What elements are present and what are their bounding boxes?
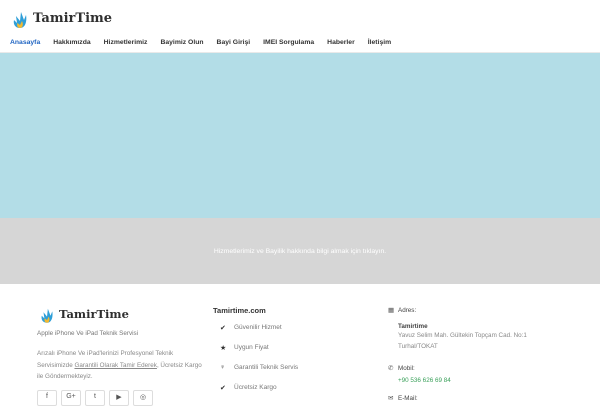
desc-line2-post: , Ücretsiz Kargo: [156, 361, 202, 369]
list-item: ★ Uygun Fiyat: [220, 342, 298, 354]
facebook-icon[interactable]: f: [37, 390, 57, 406]
flame-logo-icon: [41, 308, 53, 323]
footer-description: Arızalı iPhone Ve iPad'lerinizi Profesyo…: [37, 348, 212, 383]
phone-icon: ✆: [388, 365, 394, 372]
google-plus-icon[interactable]: G+: [61, 390, 81, 406]
youtube-icon[interactable]: ▶: [109, 390, 129, 406]
phone-link[interactable]: +90 536 626 69 84: [398, 377, 527, 384]
address-line2: Turhal/TOKAT: [398, 343, 438, 350]
footer-col2-title: Tamirtime.com: [213, 306, 266, 315]
footer-logo[interactable]: TamirTime: [40, 304, 129, 324]
service-label[interactable]: Uygun Fiyat: [234, 344, 269, 351]
nav-item-imei-sorgulama[interactable]: IMEI Sorgulama: [263, 39, 314, 46]
list-item: ♀ Garantili Teknik Servis: [220, 362, 298, 374]
list-item: ✔ Güvenilir Hizmet: [220, 322, 298, 334]
mobile-label-row: ✆ Mobil:: [388, 364, 527, 373]
footer-contact: ▦ Adres: Tamirtime Yavuz Selim Mah. Gült…: [388, 306, 527, 403]
mail-icon: ✉: [388, 395, 394, 402]
flame-logo-icon: [13, 12, 27, 28]
nav-item-bayimiz-olun[interactable]: Bayimiz Olun: [160, 39, 203, 46]
nav-item-haberler[interactable]: Haberler: [327, 39, 355, 46]
desc-line1: Arızalı iPhone Ve iPad'lerinizi Profesyo…: [37, 350, 174, 357]
mobile-label: Mobil:: [398, 364, 415, 372]
site-footer: TamirTime Apple iPhone Ve iPad Teknik Se…: [0, 284, 600, 406]
site-header: TamirTime Anasayfa Hakkımızda Hizmetleri…: [0, 0, 600, 53]
address-line1: Yavuz Selim Mah. Gültekin Topçam Cad. No…: [398, 332, 527, 339]
nav-item-bayi-girisi[interactable]: Bayi Girişi: [217, 39, 251, 46]
desc-line3: ile Göndermekteyiz.: [37, 373, 93, 380]
check-icon: ✔: [220, 384, 226, 392]
star-icon: ★: [220, 344, 227, 352]
service-label[interactable]: Ücretsiz Kargo: [234, 384, 277, 391]
email-label-row: ✉ E-Mail:: [388, 394, 527, 403]
address-label-row: ▦ Adres:: [388, 306, 527, 315]
logo-text: TamirTime: [33, 10, 113, 26]
main-nav: Anasayfa Hakkımızda Hizmetlerimiz Bayimi…: [10, 39, 404, 46]
email-label: E-Mail:: [398, 394, 418, 402]
address-label: Adres:: [398, 306, 417, 314]
desc-line2-pre: Servisimizde: [37, 361, 75, 369]
nav-item-anasayfa[interactable]: Anasayfa: [10, 39, 40, 46]
nav-item-hizmetlerimiz[interactable]: Hizmetlerimiz: [104, 39, 148, 46]
list-item: ✔ Ücretsiz Kargo: [220, 382, 298, 394]
map-icon: ▦: [388, 307, 395, 314]
footer-tagline: Apple iPhone Ve iPad Teknik Servisi: [37, 330, 139, 337]
nav-item-iletisim[interactable]: İletişim: [368, 39, 391, 46]
footer-logo-text: TamirTime: [59, 307, 129, 321]
cta-link[interactable]: Hizmetlerimiz ve Bayilik hakkında bilgi …: [214, 248, 386, 255]
services-list: ✔ Güvenilir Hizmet ★ Uygun Fiyat ♀ Garan…: [220, 322, 298, 402]
hero-banner: [0, 53, 600, 218]
lightbulb-icon: ♀: [220, 364, 226, 372]
service-label[interactable]: Garantili Teknik Servis: [234, 364, 298, 371]
cta-band: Hizmetlerimiz ve Bayilik hakkında bilgi …: [0, 218, 600, 284]
address-name: Tamirtime: [398, 323, 428, 330]
instagram-icon[interactable]: ◎: [133, 390, 153, 406]
nav-item-hakkimizda[interactable]: Hakkımızda: [53, 39, 90, 46]
service-label[interactable]: Güvenilir Hizmet: [234, 324, 282, 331]
check-icon: ✔: [220, 324, 226, 332]
site-logo[interactable]: TamirTime: [12, 7, 112, 29]
desc-link[interactable]: Garantili Olarak Tamir Ederek: [74, 362, 156, 369]
twitter-icon[interactable]: t: [85, 390, 105, 406]
social-links: f G+ t ▶ ◎: [37, 390, 157, 406]
